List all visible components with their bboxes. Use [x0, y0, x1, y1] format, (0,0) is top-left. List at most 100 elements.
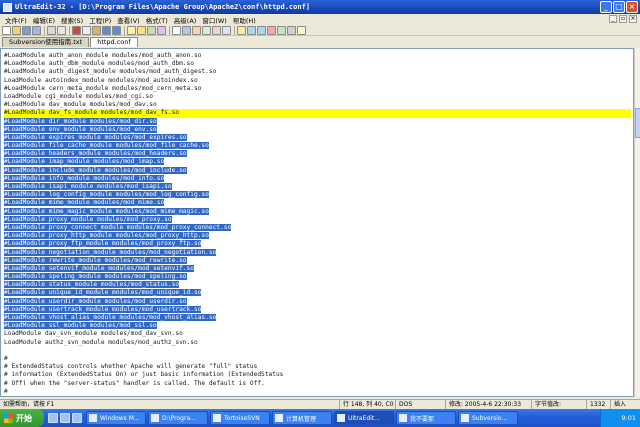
editor-line[interactable]	[4, 347, 631, 355]
editor-line[interactable]: #LoadModule env_module modules/mod_env.s…	[4, 125, 631, 134]
media-player-icon[interactable]	[72, 413, 82, 423]
editor-line[interactable]: #LoadModule imap_module modules/mod_imap…	[4, 158, 631, 166]
tab-httpd-conf[interactable]: httpd.conf	[90, 37, 138, 47]
bookmark-icon[interactable]	[222, 25, 231, 35]
find-icon[interactable]	[127, 25, 136, 35]
editor-line[interactable]: #LoadModule auth_digest_module modules/m…	[4, 68, 631, 76]
editor-line[interactable]: LoadModule autoindex_module modules/mod_…	[4, 77, 631, 85]
menu-project[interactable]: 工程(P)	[86, 15, 114, 25]
editor-line[interactable]: #LoadModule isapi_module modules/mod_isa…	[4, 183, 631, 191]
task-computer-management[interactable]: 计算机管理	[272, 411, 332, 425]
editor-line[interactable]: #LoadModule expires_module modules/mod_e…	[4, 133, 631, 142]
spell-check-icon[interactable]	[202, 25, 211, 35]
editor-line[interactable]: #	[4, 355, 631, 363]
task-subversion[interactable]: Subversio...	[458, 411, 518, 425]
close-button[interactable]: ×	[626, 1, 638, 13]
replace-icon[interactable]	[147, 25, 156, 35]
desktop-icon[interactable]	[60, 413, 70, 423]
editor-line[interactable]: #LoadModule dav_fs_module modules/mod_da…	[4, 109, 631, 118]
find-in-files-icon[interactable]	[157, 25, 166, 35]
editor-line[interactable]: #LoadModule headers_module modules/mod_h…	[4, 150, 631, 158]
help-icon[interactable]	[297, 25, 306, 35]
menu-window[interactable]: 窗口(W)	[199, 15, 230, 25]
editor-line[interactable]: #LoadModule proxy_http_module modules/mo…	[4, 232, 631, 240]
menu-search[interactable]: 搜索(S)	[58, 15, 86, 25]
editor-line[interactable]: #LoadModule proxy_module modules/mod_pro…	[4, 215, 631, 224]
scrollbar-thumb[interactable]	[635, 108, 640, 138]
editor-line[interactable]: #LoadModule dir_module modules/mod_dir.s…	[4, 117, 631, 126]
settings-icon[interactable]	[287, 25, 296, 35]
tab-subversion-guide[interactable]: Subversion使用指南.txt	[2, 37, 90, 47]
editor-line[interactable]: #LoadModule mime_module modules/mod_mime…	[4, 199, 631, 207]
print-icon[interactable]	[47, 25, 56, 35]
editor-line[interactable]: #LoadModule log_config_module modules/mo…	[4, 191, 631, 199]
copy-icon[interactable]	[82, 25, 91, 35]
unindent-icon[interactable]	[257, 25, 266, 35]
menu-edit[interactable]: 编辑(E)	[30, 15, 58, 25]
editor-line[interactable]: # ExtendedStatus controls whether Apache…	[4, 363, 631, 371]
editor-line[interactable]: #LoadModule info_module modules/mod_info…	[4, 174, 631, 183]
find-next-icon[interactable]	[137, 25, 146, 35]
save-all-icon[interactable]	[32, 25, 41, 35]
print-preview-icon[interactable]	[57, 25, 66, 35]
title-bar[interactable]: UltraEdit-32 - [D:\Program Files\Apache …	[0, 0, 640, 14]
editor-line[interactable]: #LoadModule rewrite_module modules/mod_r…	[4, 256, 631, 265]
editor-line[interactable]: #LoadModule vhost_alias_module modules/m…	[4, 314, 631, 322]
editor-line[interactable]: #LoadModule unique_id_module modules/mod…	[4, 289, 631, 297]
editor-line[interactable]: #LoadModule ssl_module modules/mod_ssl.s…	[4, 322, 631, 330]
editor-line[interactable]: #	[4, 388, 631, 396]
ie-icon[interactable]	[48, 413, 58, 423]
editor-line[interactable]: #LoadModule usertrack_module modules/mod…	[4, 305, 631, 314]
editor-line[interactable]: #LoadModule include_module modules/mod_i…	[4, 166, 631, 175]
editor-line[interactable]: #LoadModule proxy_ftp_module modules/mod…	[4, 240, 631, 248]
editor-line[interactable]: #LoadModule proxy_connect_module modules…	[4, 223, 631, 232]
task-windows-media[interactable]: Windows M...	[86, 411, 146, 425]
open-folder-icon[interactable]	[12, 25, 21, 35]
paste-icon[interactable]	[92, 25, 101, 35]
indent-icon[interactable]	[247, 25, 256, 35]
editor-line[interactable]: LoadModule dav_svn_module modules/mod_da…	[4, 330, 631, 338]
editor-line[interactable]: #LoadModule dav_module modules/mod_dav.s…	[4, 101, 631, 109]
child-restore-button[interactable]: ▫	[619, 15, 627, 23]
menu-format[interactable]: 格式(T)	[143, 15, 171, 25]
vertical-scrollbar[interactable]	[634, 48, 640, 397]
text-editor[interactable]: #LoadModule auth_anon_module modules/mod…	[0, 48, 634, 397]
editor-line[interactable]: #LoadModule auth_dbm_module modules/mod_…	[4, 60, 631, 68]
editor-line[interactable]: #LoadModule cern_meta_module modules/mod…	[4, 85, 631, 93]
browser-view-icon[interactable]	[267, 25, 276, 35]
hex-mode-icon[interactable]	[192, 25, 201, 35]
task-explorer[interactable]: D:\Progra...	[148, 411, 208, 425]
column-mode-icon[interactable]	[182, 25, 191, 35]
editor-line[interactable]: #LoadModule file_cache_module modules/mo…	[4, 142, 631, 150]
menu-help[interactable]: 帮助(H)	[230, 15, 259, 25]
menu-file[interactable]: 文件(F)	[2, 15, 30, 25]
task-chat[interactable]: 我不要那	[396, 411, 456, 425]
editor-line[interactable]: # information (ExtendedStatus On) or jus…	[4, 371, 631, 379]
editor-line[interactable]: #LoadModule setenvif_module modules/mod_…	[4, 264, 631, 273]
menu-advanced[interactable]: 高级(A)	[171, 15, 200, 25]
menu-view[interactable]: 查看(V)	[114, 15, 143, 25]
editor-line[interactable]: #LoadModule auth_anon_module modules/mod…	[4, 52, 631, 60]
editor-line[interactable]: LoadModule authz_svn_module modules/mod_…	[4, 339, 631, 347]
child-minimize-button[interactable]: _	[609, 15, 617, 23]
task-ultraedit[interactable]: UltraEdit...	[334, 411, 394, 425]
clock[interactable]: 9:01	[621, 414, 636, 422]
editor-line[interactable]: #LoadModule speling_module modules/mod_s…	[4, 273, 631, 281]
new-file-icon[interactable]	[2, 25, 11, 35]
cut-icon[interactable]	[72, 25, 81, 35]
editor-line[interactable]: #LoadModule mime_magic_module modules/mo…	[4, 207, 631, 216]
task-tortoisesvn[interactable]: TortoiseSVN	[210, 411, 270, 425]
editor-line[interactable]: # Off) when the "server-status" handler …	[4, 380, 631, 388]
editor-line[interactable]: LoadModule cgi_module modules/mod_cgi.so	[4, 93, 631, 101]
editor-line[interactable]: #LoadModule userdir_module modules/mod_u…	[4, 297, 631, 306]
ftp-icon[interactable]	[277, 25, 286, 35]
word-wrap-icon[interactable]	[172, 25, 181, 35]
child-close-button[interactable]: ×	[629, 15, 637, 23]
save-icon[interactable]	[22, 25, 31, 35]
editor-line[interactable]: #LoadModule status_module modules/mod_st…	[4, 281, 631, 289]
redo-icon[interactable]	[112, 25, 121, 35]
maximize-button[interactable]: □	[613, 1, 625, 13]
comment-icon[interactable]	[237, 25, 246, 35]
start-button[interactable]: 开始	[0, 409, 44, 427]
undo-icon[interactable]	[102, 25, 111, 35]
